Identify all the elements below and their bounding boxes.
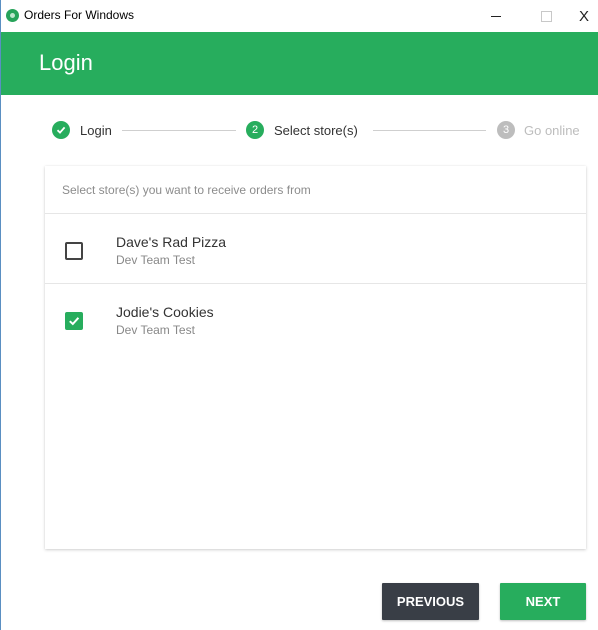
step-1-check-icon: [52, 121, 70, 139]
step-3-number: 3: [497, 121, 515, 139]
store-team: Dev Team Test: [116, 253, 195, 267]
store-name: Dave's Rad Pizza: [116, 234, 227, 250]
stepper: Login 2 Select store(s) 3 Go online: [1, 118, 598, 144]
store-row-jodies-cookies[interactable]: Jodie's Cookies Dev Team Test: [45, 284, 586, 354]
minimize-button[interactable]: [473, 4, 519, 28]
step-connector-2: [373, 130, 486, 131]
store-name: Jodie's Cookies: [116, 304, 214, 320]
maximize-button[interactable]: [523, 4, 569, 28]
maximize-icon: [540, 10, 552, 22]
store-team: Dev Team Test: [116, 323, 195, 337]
checkmark-icon: [69, 317, 80, 326]
next-button[interactable]: NEXT: [500, 583, 586, 620]
title-bar: Orders For Windows X: [1, 0, 598, 32]
card-hint: Select store(s) you want to receive orde…: [62, 183, 311, 197]
store-selection-card: Select store(s) you want to receive orde…: [45, 166, 586, 549]
step-connector-1: [122, 130, 236, 131]
step-2-label: Select store(s): [274, 123, 358, 138]
minimize-icon: [491, 15, 501, 17]
app-window: Orders For Windows X Login Login 2 Selec…: [0, 0, 598, 630]
store-row-daves-rad-pizza[interactable]: Dave's Rad Pizza Dev Team Test: [45, 214, 586, 284]
previous-button[interactable]: PREVIOUS: [382, 583, 479, 620]
close-button[interactable]: X: [569, 4, 598, 28]
close-icon: X: [578, 7, 589, 25]
window-title: Orders For Windows: [24, 8, 135, 22]
page-title: Login: [39, 50, 93, 75]
page-header: Login: [1, 32, 598, 95]
step-3-label: Go online: [524, 123, 580, 138]
app-logo-icon: [6, 9, 19, 22]
step-2-number: 2: [246, 121, 264, 139]
store-checkbox-checked[interactable]: [65, 312, 83, 330]
step-1-label: Login: [80, 123, 112, 138]
store-checkbox-unchecked[interactable]: [65, 242, 83, 260]
